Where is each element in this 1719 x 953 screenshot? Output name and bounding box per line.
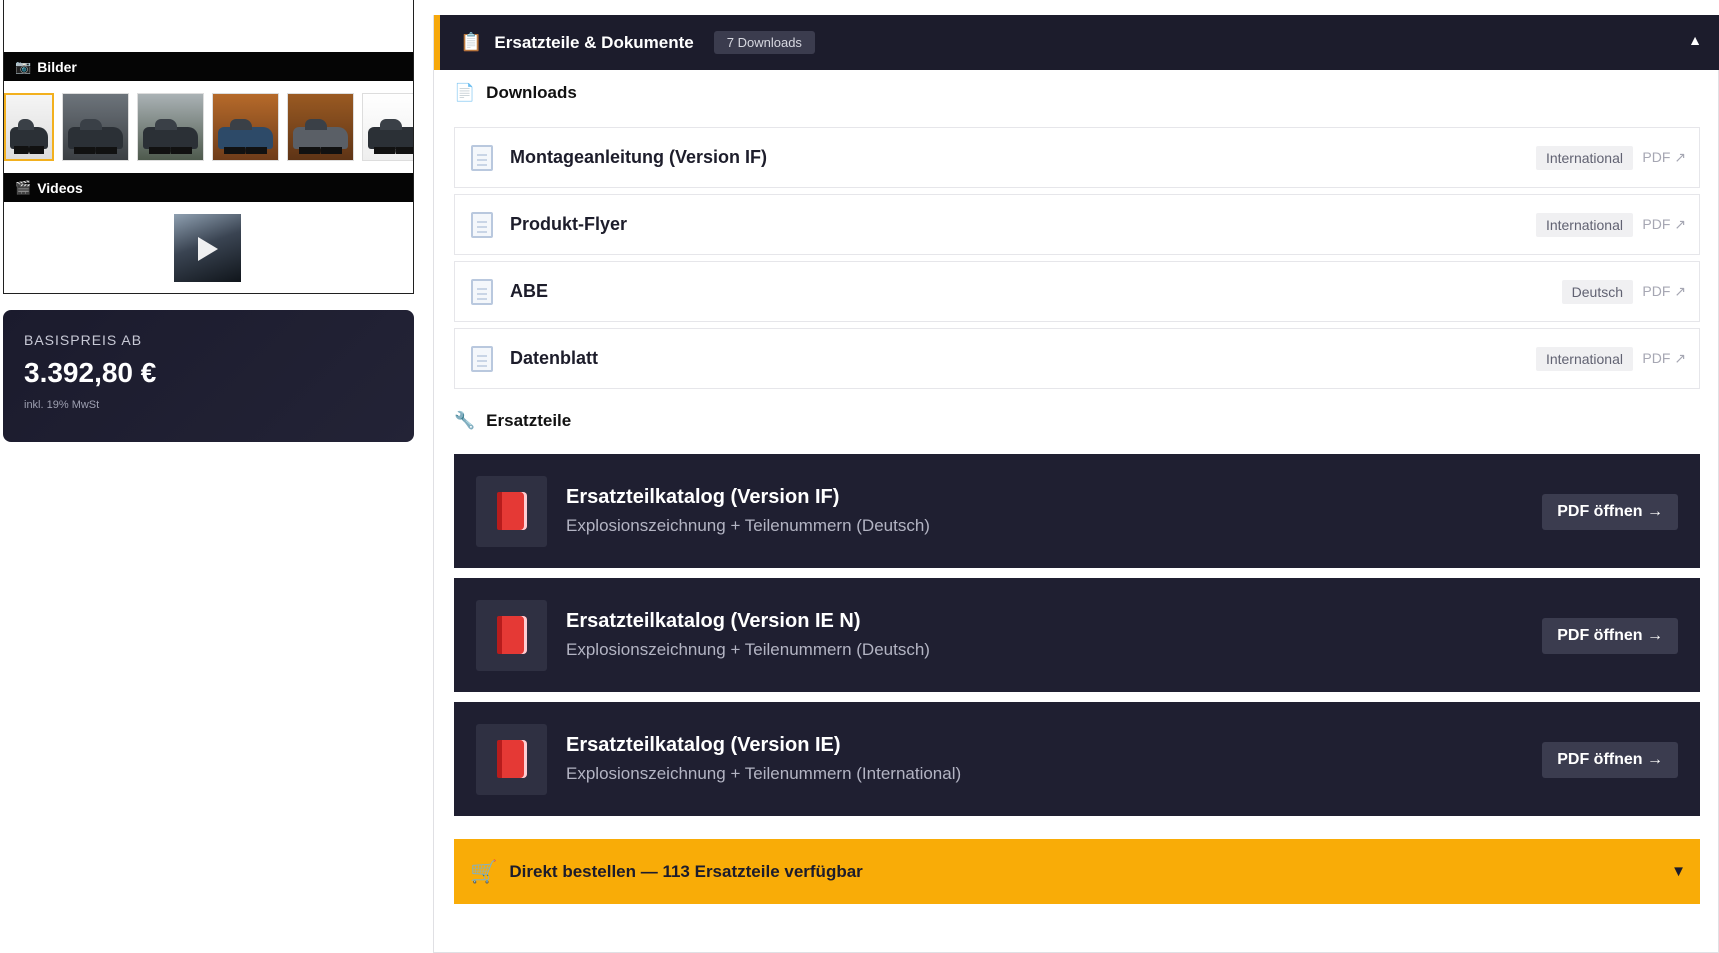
catalog-title: Ersatzteilkatalog (Version IE N): [566, 610, 861, 632]
language-badge: International: [1535, 145, 1633, 170]
image-thumbnail[interactable]: [362, 93, 413, 161]
panel-header[interactable]: 📋 Ersatzteile & Dokumente 7 Downloads ▲: [434, 15, 1719, 70]
open-pdf-button[interactable]: PDF öffnen →: [1542, 618, 1678, 654]
file-icon: [471, 278, 493, 305]
file-icon: [471, 345, 493, 372]
image-thumbnail[interactable]: [4, 93, 54, 161]
file-type-label: PDF ↗: [1642, 149, 1686, 165]
image-thumbnail[interactable]: [287, 93, 354, 161]
price-value: 3.392,80 €: [24, 357, 157, 388]
language-badge: International: [1535, 212, 1633, 237]
vat-note: inkl. 19% MwSt: [24, 399, 100, 411]
downloads-section-title: 📄 Downloads: [454, 83, 577, 103]
file-type-label: PDF ↗: [1642, 350, 1686, 366]
catalog-subtitle: Explosionszeichnung + Teilenummern (Inte…: [566, 764, 962, 783]
download-name: Produkt-Flyer: [510, 214, 628, 234]
play-icon: [198, 237, 218, 261]
book-icon: [476, 723, 547, 795]
videos-header-label: Videos: [37, 179, 83, 196]
images-header: 📷 Bilder: [4, 52, 413, 81]
document-icon: 📄: [454, 83, 476, 102]
download-item[interactable]: ABE Deutsch PDF ↗: [454, 261, 1700, 322]
image-thumbnail[interactable]: [137, 93, 204, 161]
open-pdf-button[interactable]: PDF öffnen →: [1542, 742, 1678, 778]
catalog-title: Ersatzteilkatalog (Version IF): [566, 486, 840, 508]
images-header-label: Bilder: [37, 58, 77, 75]
file-type-label: PDF ↗: [1642, 283, 1686, 299]
videos-header: 🎬 Videos: [4, 173, 413, 202]
parts-documents-panel: 📋 Ersatzteile & Dokumente 7 Downloads ▲ …: [433, 15, 1719, 953]
book-icon: [476, 599, 547, 671]
catalog-title: Ersatzteilkatalog (Version IE): [566, 734, 841, 756]
clipboard-icon: 📋: [460, 32, 483, 52]
catalog-subtitle: Explosionszeichnung + Teilenummern (Deut…: [566, 640, 930, 659]
base-price-card: BASISPREIS AB 3.392,80 € inkl. 19% MwSt: [3, 310, 414, 442]
clapperboard-icon: 🎬: [15, 179, 32, 195]
download-item[interactable]: Montageanleitung (Version IF) Internatio…: [454, 127, 1700, 188]
language-badge: Deutsch: [1561, 279, 1633, 304]
download-name: Datenblatt: [510, 348, 599, 368]
parts-catalog-card: Ersatzteilkatalog (Version IE N) Explosi…: [454, 578, 1700, 692]
wrench-icon: 🔧: [454, 411, 476, 430]
cart-icon: 🛒: [470, 858, 498, 884]
download-count-badge: 7 Downloads: [713, 31, 815, 54]
media-box: 📷 Bilder 🎬 Videos: [3, 0, 414, 294]
file-icon: [471, 211, 493, 238]
download-item[interactable]: Datenblatt International PDF ↗: [454, 328, 1700, 389]
parts-catalog-card: Ersatzteilkatalog (Version IF) Explosion…: [454, 454, 1700, 568]
language-badge: International: [1535, 346, 1633, 371]
order-text: Direkt bestellen — 113 Ersatzteile verfü…: [509, 861, 863, 881]
image-thumbnail[interactable]: [212, 93, 279, 161]
price-label: BASISPREIS AB: [24, 332, 143, 348]
video-thumbnail[interactable]: [174, 214, 241, 282]
expand-icon[interactable]: ▼: [1671, 863, 1686, 880]
catalog-subtitle: Explosionszeichnung + Teilenummern (Deut…: [566, 516, 930, 535]
file-type-label: PDF ↗: [1642, 216, 1686, 232]
parts-catalog-card: Ersatzteilkatalog (Version IE) Explosion…: [454, 702, 1700, 816]
panel-title: Ersatzteile & Dokumente: [494, 32, 694, 52]
book-icon: [476, 475, 547, 547]
downloads-title: Downloads: [486, 83, 577, 102]
open-pdf-button[interactable]: PDF öffnen →: [1542, 494, 1678, 530]
download-name: ABE: [510, 281, 549, 301]
image-thumbnail-strip: [4, 93, 413, 163]
file-icon: [471, 144, 493, 171]
direct-order-bar[interactable]: 🛒 Direkt bestellen — 113 Ersatzteile ver…: [454, 839, 1700, 904]
collapse-icon[interactable]: ▲: [1688, 32, 1702, 48]
parts-section-title: 🔧 Ersatzteile: [454, 411, 571, 431]
download-item[interactable]: Produkt-Flyer International PDF ↗: [454, 194, 1700, 255]
download-name: Montageanleitung (Version IF): [510, 147, 768, 167]
parts-title: Ersatzteile: [486, 411, 572, 430]
camera-icon: 📷: [15, 58, 32, 74]
image-thumbnail[interactable]: [62, 93, 129, 161]
